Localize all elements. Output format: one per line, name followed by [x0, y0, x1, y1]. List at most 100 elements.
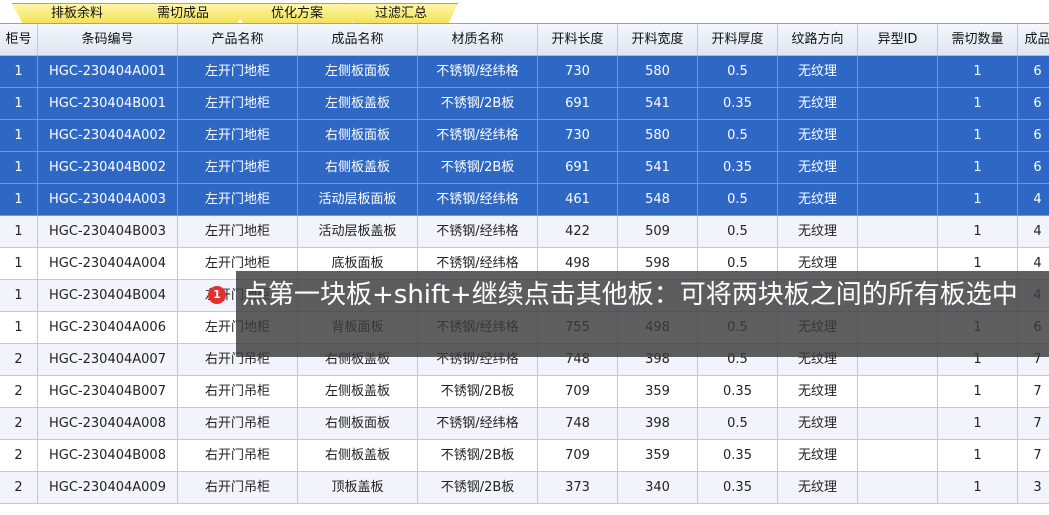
- cell-col-material: 不锈钢/经纬格: [418, 408, 538, 439]
- tab-cut-products[interactable]: 需切成品: [118, 3, 248, 23]
- header-col-cut-qty[interactable]: 需切数量: [938, 24, 1018, 55]
- cell-col-finished-name: 左侧板面板: [298, 56, 418, 87]
- cell-col-product-name: 右开门吊柜: [178, 376, 298, 407]
- cell-col-product-name: 左开门地柜: [178, 56, 298, 87]
- header-col-material[interactable]: 材质名称: [418, 24, 538, 55]
- table-row[interactable]: 1 HGC-230404B002 左开门地柜 右侧板盖板 不锈钢/2B板 691 541 0.…: [0, 152, 1049, 184]
- cell-col-shape-id: [858, 376, 938, 407]
- cell-col-cut-thickness: 0.5: [698, 56, 778, 87]
- table-row[interactable]: 1 HGC-230404A002 左开门地柜 右侧板面板 不锈钢/经纬格 730 580 0.…: [0, 120, 1049, 152]
- header-col-barcode[interactable]: 条码编号: [38, 24, 178, 55]
- cell-col-product-name: 右开门吊柜: [178, 440, 298, 471]
- cell-col-cut-length: 373: [538, 472, 618, 503]
- table-row[interactable]: 1 HGC-230404A001 左开门地柜 左侧板面板 不锈钢/经纬格 730 580 0.…: [0, 56, 1049, 88]
- table-row[interactable]: 2 HGC-230404A008 右开门吊柜 右侧板面板 不锈钢/经纬格 748 398 0.…: [0, 408, 1049, 440]
- cell-col-finished-name: 活动层板盖板: [298, 216, 418, 247]
- cell-col-shape-id: [858, 440, 938, 471]
- cell-col-cabinet-no: 1: [0, 216, 38, 247]
- cell-col-cut-length: 691: [538, 88, 618, 119]
- table-row[interactable]: 2 HGC-230404A009 右开门吊柜 顶板盖板 不锈钢/2B板 373 340 0.3…: [0, 472, 1049, 504]
- cell-col-shape-id: [858, 152, 938, 183]
- cell-col-barcode: HGC-230404A003: [38, 184, 178, 215]
- cell-col-shape-id: [858, 120, 938, 151]
- cell-col-product-name: 左开门地柜: [178, 216, 298, 247]
- cell-col-grain-direction: 无纹理: [778, 440, 858, 471]
- cell-col-cut-thickness: 0.5: [698, 120, 778, 151]
- cell-col-barcode: HGC-230404A006: [38, 312, 178, 343]
- cell-col-finished-name: 顶板盖板: [298, 472, 418, 503]
- cell-col-cut-width: 548: [618, 184, 698, 215]
- cell-col-finished-name: 左侧板盖板: [298, 88, 418, 119]
- header-col-product-name[interactable]: 产品名称: [178, 24, 298, 55]
- header-col-cut-length[interactable]: 开料长度: [538, 24, 618, 55]
- cell-col-material: 不锈钢/经纬格: [418, 56, 538, 87]
- table-row[interactable]: 2 HGC-230404B008 右开门吊柜 右侧板盖板 不锈钢/2B板 709 359 0.…: [0, 440, 1049, 472]
- cell-col-cut-qty: 1: [938, 88, 1018, 119]
- cell-col-product-name: 左开门地柜: [178, 184, 298, 215]
- cell-col-cut-length: 709: [538, 376, 618, 407]
- header-col-cabinet-no[interactable]: 柜号: [0, 24, 38, 55]
- cell-col-cut-width: 541: [618, 152, 698, 183]
- cell-col-barcode: HGC-230404B002: [38, 152, 178, 183]
- cell-col-cut-qty: 1: [938, 184, 1018, 215]
- cell-col-cabinet-no: 2: [0, 376, 38, 407]
- cell-col-cabinet-no: 1: [0, 312, 38, 343]
- cell-col-shape-id: [858, 408, 938, 439]
- cell-col-cut-width: 359: [618, 376, 698, 407]
- cell-col-barcode: HGC-230404B008: [38, 440, 178, 471]
- cell-col-barcode: HGC-230404B004: [38, 280, 178, 311]
- cell-col-material: 不锈钢/经纬格: [418, 120, 538, 151]
- cell-col-cut-length: 730: [538, 120, 618, 151]
- cell-col-grain-direction: 无纹理: [778, 120, 858, 151]
- cell-col-grain-direction: 无纹理: [778, 56, 858, 87]
- cell-col-cut-width: 580: [618, 120, 698, 151]
- cell-col-cut-qty: 1: [938, 56, 1018, 87]
- cell-col-material: 不锈钢/经纬格: [418, 216, 538, 247]
- header-col-finished-name[interactable]: 成品名称: [298, 24, 418, 55]
- cell-col-cut-qty: 1: [938, 440, 1018, 471]
- cell-col-cut-thickness: 0.35: [698, 440, 778, 471]
- header-col-cut-width[interactable]: 开料宽度: [618, 24, 698, 55]
- hint-step-badge: 1: [208, 286, 226, 304]
- cell-col-finished-extra: 6: [1018, 88, 1049, 119]
- table-row[interactable]: 2 HGC-230404B007 右开门吊柜 左侧板盖板 不锈钢/2B板 709 359 0.…: [0, 376, 1049, 408]
- cell-col-cut-qty: 1: [938, 216, 1018, 247]
- tab-bar: 排板余料 需切成品 优化方案 过滤汇总: [0, 0, 1049, 24]
- header-col-grain-direction[interactable]: 纹路方向: [778, 24, 858, 55]
- table-row[interactable]: 1 HGC-230404B003 左开门地柜 活动层板盖板 不锈钢/经纬格 422 509 0…: [0, 216, 1049, 248]
- cell-col-cut-length: 748: [538, 408, 618, 439]
- header-col-finished-extra[interactable]: 成品: [1018, 24, 1049, 55]
- cell-col-finished-extra: 7: [1018, 440, 1049, 471]
- cell-col-cut-width: 509: [618, 216, 698, 247]
- tab-filter-summary[interactable]: 过滤汇总: [344, 3, 458, 23]
- cell-col-cabinet-no: 1: [0, 56, 38, 87]
- cell-col-cabinet-no: 1: [0, 152, 38, 183]
- table-row[interactable]: 1 HGC-230404B001 左开门地柜 左侧板盖板 不锈钢/2B板 691 541 0.…: [0, 88, 1049, 120]
- cell-col-cut-thickness: 0.5: [698, 216, 778, 247]
- cell-col-cut-thickness: 0.5: [698, 408, 778, 439]
- table-row[interactable]: 1 HGC-230404A003 左开门地柜 活动层板面板 不锈钢/经纬格 461 548 0…: [0, 184, 1049, 216]
- cell-col-barcode: HGC-230404B007: [38, 376, 178, 407]
- cell-col-cabinet-no: 1: [0, 248, 38, 279]
- cell-col-grain-direction: 无纹理: [778, 88, 858, 119]
- cell-col-cut-qty: 1: [938, 376, 1018, 407]
- cell-col-material: 不锈钢/2B板: [418, 376, 538, 407]
- cell-col-cabinet-no: 1: [0, 88, 38, 119]
- cell-col-finished-extra: 7: [1018, 376, 1049, 407]
- cell-col-cut-thickness: 0.35: [698, 88, 778, 119]
- cell-col-cut-thickness: 0.35: [698, 152, 778, 183]
- cell-col-product-name: 左开门地柜: [178, 152, 298, 183]
- cell-col-grain-direction: 无纹理: [778, 184, 858, 215]
- cell-col-material: 不锈钢/经纬格: [418, 184, 538, 215]
- cell-col-cut-length: 422: [538, 216, 618, 247]
- cell-col-finished-name: 右侧板面板: [298, 408, 418, 439]
- parts-table: 柜号 条码编号 产品名称 成品名称 材质名称 开料长度 开料宽度 开料厚度 纹路方向 异型ID 需切…: [0, 24, 1049, 515]
- cell-col-finished-name: 右侧板盖板: [298, 152, 418, 183]
- header-col-shape-id[interactable]: 异型ID: [858, 24, 938, 55]
- cell-col-shape-id: [858, 184, 938, 215]
- cell-col-product-name: 右开门吊柜: [178, 408, 298, 439]
- cell-col-cut-width: 398: [618, 408, 698, 439]
- cell-col-cut-length: 730: [538, 56, 618, 87]
- header-col-cut-thickness[interactable]: 开料厚度: [698, 24, 778, 55]
- tab-optimization-plan[interactable]: 优化方案: [232, 3, 362, 23]
